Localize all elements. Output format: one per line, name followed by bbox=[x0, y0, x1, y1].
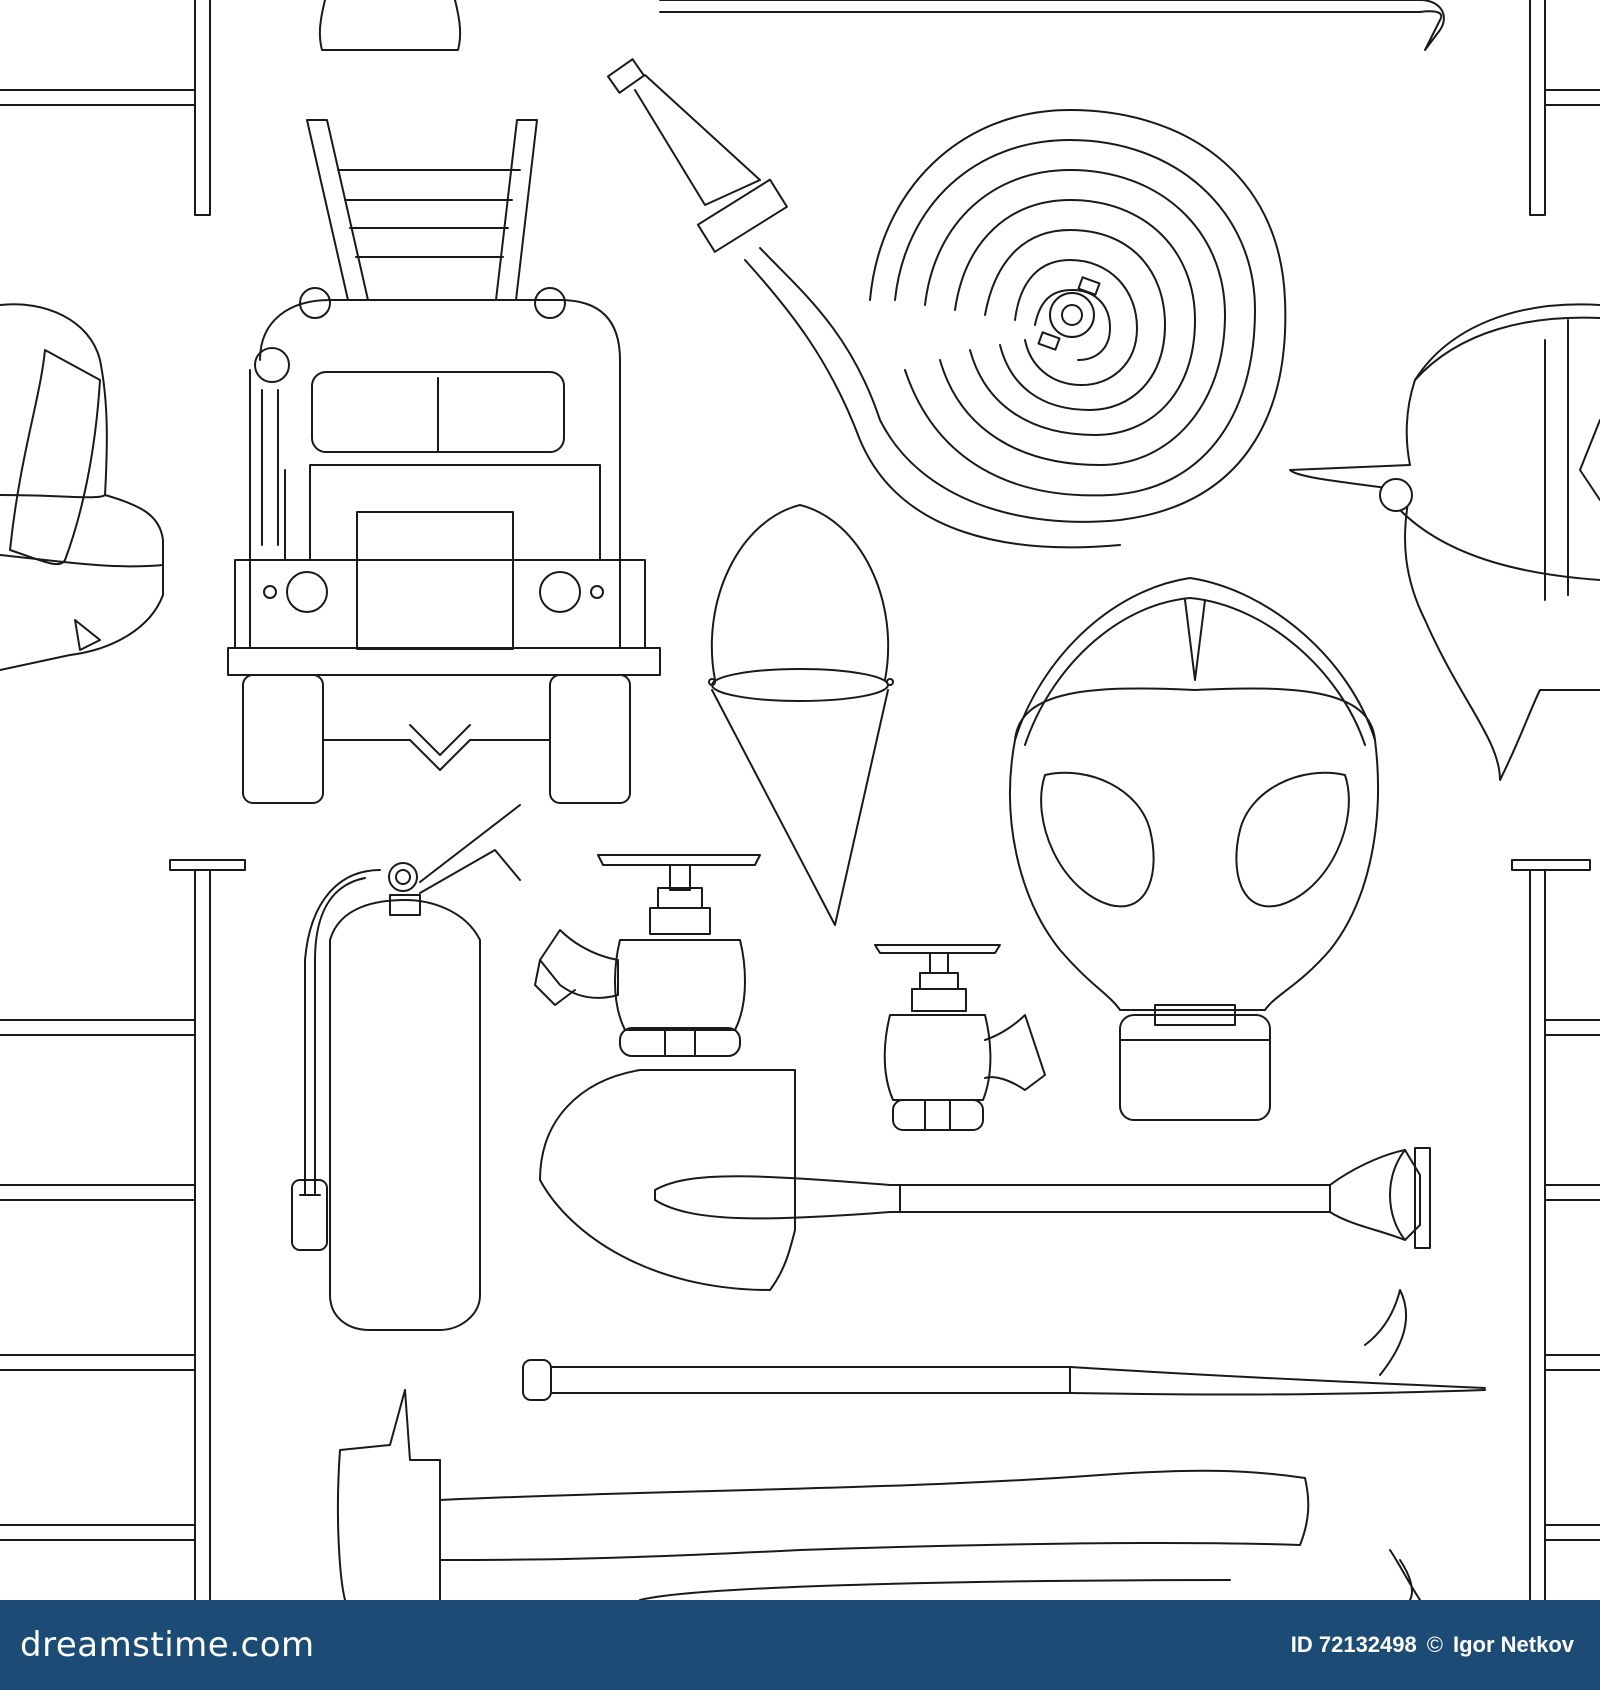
axe-bottom bbox=[336, 1389, 1421, 1600]
axe-head-top-partial bbox=[318, 0, 462, 51]
helmet-right-partial bbox=[1289, 303, 1600, 781]
brand-label[interactable]: dreamstime.com bbox=[20, 1625, 315, 1665]
firefighter-equipment-pattern bbox=[0, 0, 1600, 1600]
author-name[interactable]: Igor Netkov bbox=[1453, 1632, 1574, 1658]
fire-truck bbox=[227, 119, 661, 804]
image-id-label: ID 72132498 bbox=[1290, 1632, 1417, 1657]
pike-pole bbox=[522, 1289, 1486, 1401]
cone-fire-bucket bbox=[708, 504, 894, 926]
stock-footer-bar: dreamstime.com ID 72132498 © Igor Netkov bbox=[0, 1600, 1600, 1690]
ladder-left bbox=[0, 859, 246, 1600]
fire-hose-reel bbox=[606, 58, 1287, 549]
fire-extinguisher bbox=[291, 804, 521, 1331]
hydrant-valve-large bbox=[534, 854, 761, 1057]
ladder-left-top bbox=[0, 0, 211, 216]
credit-label: ID 72132498 © Igor Netkov bbox=[1291, 1632, 1574, 1658]
hydrant-valve-small bbox=[874, 944, 1046, 1131]
ladder-right-top bbox=[1529, 0, 1600, 216]
helmet-left-partial bbox=[0, 303, 164, 671]
ladder-right bbox=[1511, 859, 1600, 1600]
image-stage: dreamstime.com ID 72132498 © Igor Netkov bbox=[0, 0, 1600, 1690]
copyright-icon: © bbox=[1426, 1632, 1443, 1657]
crowbar-top-partial bbox=[659, 0, 1445, 51]
gas-mask bbox=[1009, 577, 1379, 1121]
shovel bbox=[539, 1069, 1431, 1291]
